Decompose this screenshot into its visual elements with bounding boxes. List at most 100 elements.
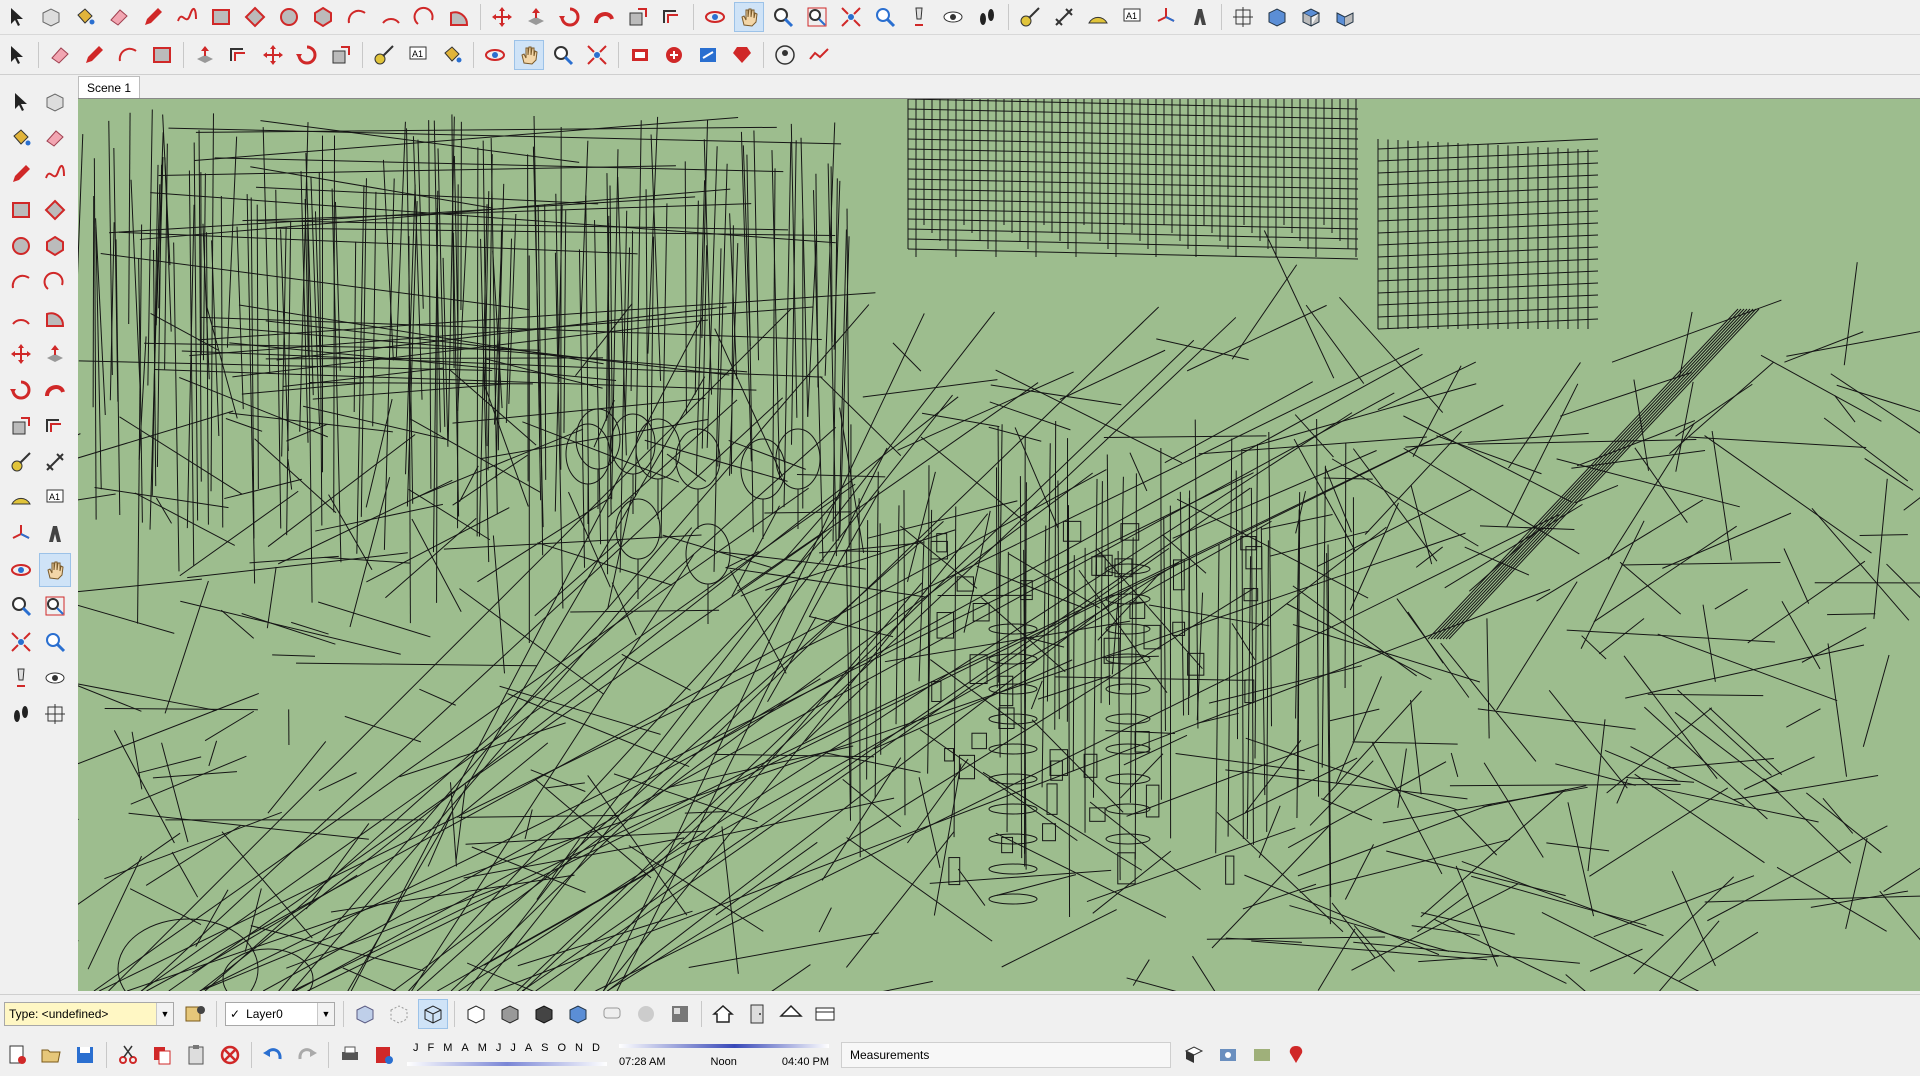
textured-icon[interactable]	[529, 999, 559, 1029]
section-plane-icon[interactable]	[39, 697, 71, 731]
warehouse-icon[interactable]	[625, 40, 655, 70]
pencil-icon[interactable]	[5, 157, 37, 191]
look-around-icon[interactable]	[938, 2, 968, 32]
zoom-extents-icon[interactable]	[582, 40, 612, 70]
select-icon[interactable]	[2, 2, 32, 32]
push-pull-icon[interactable]	[39, 337, 71, 371]
eraser-icon[interactable]	[39, 121, 71, 155]
scene-tab[interactable]: Scene 1	[78, 76, 141, 98]
pan-icon[interactable]	[734, 2, 764, 32]
eraser-icon[interactable]	[45, 40, 75, 70]
circle-icon[interactable]	[274, 2, 304, 32]
hidden-line-icon[interactable]	[461, 999, 491, 1029]
move-icon[interactable]	[258, 40, 288, 70]
push-pull-icon[interactable]	[521, 2, 551, 32]
arc-icon[interactable]	[5, 265, 37, 299]
rectangle-icon[interactable]	[206, 2, 236, 32]
pan-icon[interactable]	[39, 553, 71, 587]
dimension-icon[interactable]	[1049, 2, 1079, 32]
shadow-time-slider[interactable]: 07:28 AM Noon 04:40 PM	[619, 1042, 829, 1068]
fog-icon[interactable]	[631, 999, 661, 1029]
follow-me-icon[interactable]	[589, 2, 619, 32]
offset-icon[interactable]	[657, 2, 687, 32]
undo-icon[interactable]	[258, 1040, 288, 1070]
3d-text-icon[interactable]	[1185, 2, 1215, 32]
paint-bucket-icon[interactable]	[5, 121, 37, 155]
open-icon[interactable]	[36, 1040, 66, 1070]
pie-icon[interactable]	[444, 2, 474, 32]
scale-icon[interactable]	[623, 2, 653, 32]
paint-bucket-icon[interactable]	[437, 40, 467, 70]
protractor-icon[interactable]	[5, 481, 37, 515]
arc-icon[interactable]	[342, 2, 372, 32]
polygon-icon[interactable]	[308, 2, 338, 32]
offset-icon[interactable]	[224, 40, 254, 70]
component-icon[interactable]	[39, 85, 71, 119]
layout-icon[interactable]	[693, 40, 723, 70]
month-track[interactable]	[407, 1062, 607, 1066]
door-icon[interactable]	[742, 999, 772, 1029]
house-icon[interactable]	[708, 999, 738, 1029]
iso-view-icon[interactable]	[1262, 2, 1292, 32]
look-around-icon[interactable]	[39, 661, 71, 695]
paint-bucket-icon[interactable]	[70, 2, 100, 32]
dimension-icon[interactable]	[39, 445, 71, 479]
chevron-down-icon[interactable]: ▼	[156, 1003, 173, 1025]
offset-icon[interactable]	[39, 409, 71, 443]
freehand-icon[interactable]	[39, 157, 71, 191]
shadows-icon[interactable]	[597, 999, 627, 1029]
two-point-arc-icon[interactable]	[376, 2, 406, 32]
user-icon[interactable]	[770, 40, 800, 70]
monochrome-icon[interactable]	[563, 999, 593, 1029]
print-icon[interactable]	[335, 1040, 365, 1070]
polygon-icon[interactable]	[39, 229, 71, 263]
styles-icon[interactable]	[665, 999, 695, 1029]
position-camera-icon[interactable]	[5, 661, 37, 695]
3d-text-icon[interactable]	[39, 517, 71, 551]
roof-icon[interactable]	[776, 999, 806, 1029]
orbit-icon[interactable]	[700, 2, 730, 32]
tape-measure-icon[interactable]	[1015, 2, 1045, 32]
cut-icon[interactable]	[113, 1040, 143, 1070]
move-icon[interactable]	[487, 2, 517, 32]
xray-icon[interactable]	[350, 999, 380, 1029]
component-options-icon[interactable]	[180, 999, 210, 1029]
text-icon[interactable]: A1	[39, 481, 71, 515]
rectangle-icon[interactable]	[5, 193, 37, 227]
scale-icon[interactable]	[5, 409, 37, 443]
walk-icon[interactable]	[972, 2, 1002, 32]
copy-icon[interactable]	[147, 1040, 177, 1070]
rectangle-icon[interactable]	[147, 40, 177, 70]
component-icon[interactable]	[36, 2, 66, 32]
three-point-arc-icon[interactable]	[410, 2, 440, 32]
time-track[interactable]	[619, 1044, 829, 1048]
walk-icon[interactable]	[5, 697, 37, 731]
section-plane-icon[interactable]	[1228, 2, 1258, 32]
circle-icon[interactable]	[5, 229, 37, 263]
axes-icon[interactable]	[5, 517, 37, 551]
position-camera-icon[interactable]	[904, 2, 934, 32]
move-icon[interactable]	[5, 337, 37, 371]
text-icon[interactable]: A1	[403, 40, 433, 70]
rotate-icon[interactable]	[555, 2, 585, 32]
delete-icon[interactable]	[215, 1040, 245, 1070]
two-point-arc-icon[interactable]	[5, 301, 37, 335]
push-pull-icon[interactable]	[190, 40, 220, 70]
orbit-icon[interactable]	[5, 553, 37, 587]
tape-measure-icon[interactable]	[5, 445, 37, 479]
pencil-icon[interactable]	[138, 2, 168, 32]
chevron-down-icon[interactable]: ▼	[317, 1003, 334, 1025]
paste-icon[interactable]	[181, 1040, 211, 1070]
shadow-settings-icon[interactable]	[1179, 1040, 1209, 1070]
three-point-arc-icon[interactable]	[39, 265, 71, 299]
rotated-rectangle-icon[interactable]	[240, 2, 270, 32]
zoom-window-icon[interactable]	[802, 2, 832, 32]
wireframe-icon[interactable]	[418, 999, 448, 1029]
rotate-icon[interactable]	[292, 40, 322, 70]
protractor-icon[interactable]	[1083, 2, 1113, 32]
extension-warehouse-icon[interactable]	[659, 40, 689, 70]
eraser-icon[interactable]	[104, 2, 134, 32]
axes-icon[interactable]	[1151, 2, 1181, 32]
model-info-icon[interactable]	[369, 1040, 399, 1070]
orbit-icon[interactable]	[480, 40, 510, 70]
